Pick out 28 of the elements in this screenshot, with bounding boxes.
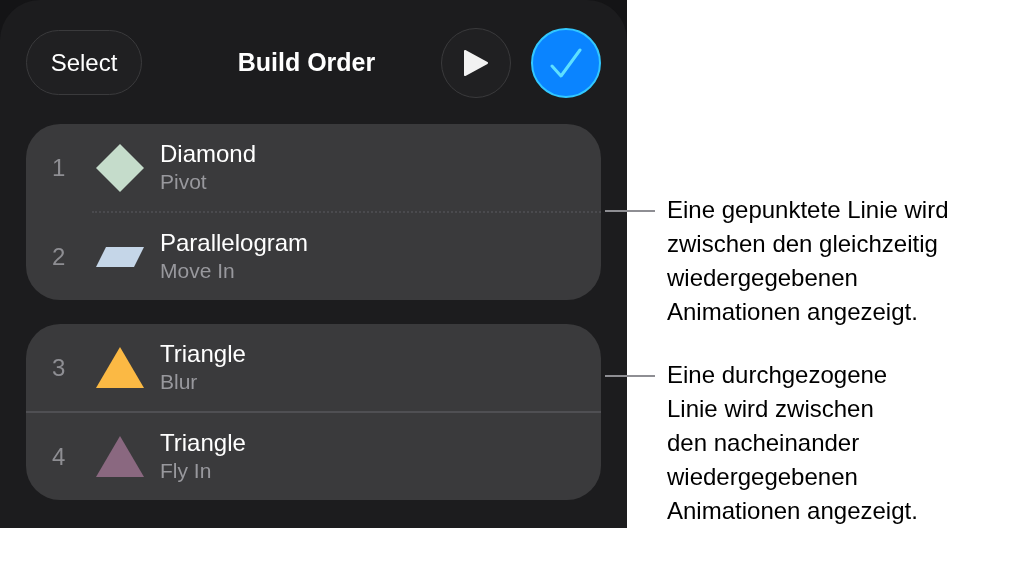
leader-line — [605, 210, 655, 212]
checkmark-icon — [550, 47, 582, 78]
diamond-icon — [96, 143, 144, 192]
effect-name: Move In — [160, 258, 236, 285]
step-number: 4 — [51, 441, 67, 472]
shape-name: Parallelogram — [160, 228, 309, 259]
callout-text: Linie wird zwischen — [667, 394, 875, 424]
callout-text: den nacheinander — [667, 428, 861, 458]
callout-text: Animationen angezeigt. — [667, 297, 919, 327]
shape-name: Diamond — [160, 139, 257, 170]
panel-title: Build Order — [236, 46, 377, 78]
select-button[interactable]: Select — [26, 30, 142, 95]
effect-name: Fly In — [160, 458, 213, 485]
play-icon — [463, 48, 489, 77]
callout-text: zwischen den gleichzeitig — [667, 229, 939, 259]
callout-text: Eine gepunktete Linie wird — [667, 195, 949, 225]
shape-name: Triangle — [160, 339, 246, 370]
step-number: 2 — [51, 241, 67, 272]
shape-name: Triangle — [160, 428, 246, 459]
effect-name: Blur — [160, 369, 199, 396]
effect-name: Pivot — [160, 169, 208, 196]
callout-text: Animationen angezeigt. — [667, 496, 918, 526]
callout-text: wiedergegebenen — [667, 263, 859, 293]
callout-text: wiedergegebenen — [667, 462, 859, 492]
step-number: 1 — [51, 152, 67, 183]
step-number: 3 — [51, 352, 67, 383]
callout-text: Eine durchgezogene — [667, 360, 889, 390]
leader-line — [605, 375, 655, 377]
